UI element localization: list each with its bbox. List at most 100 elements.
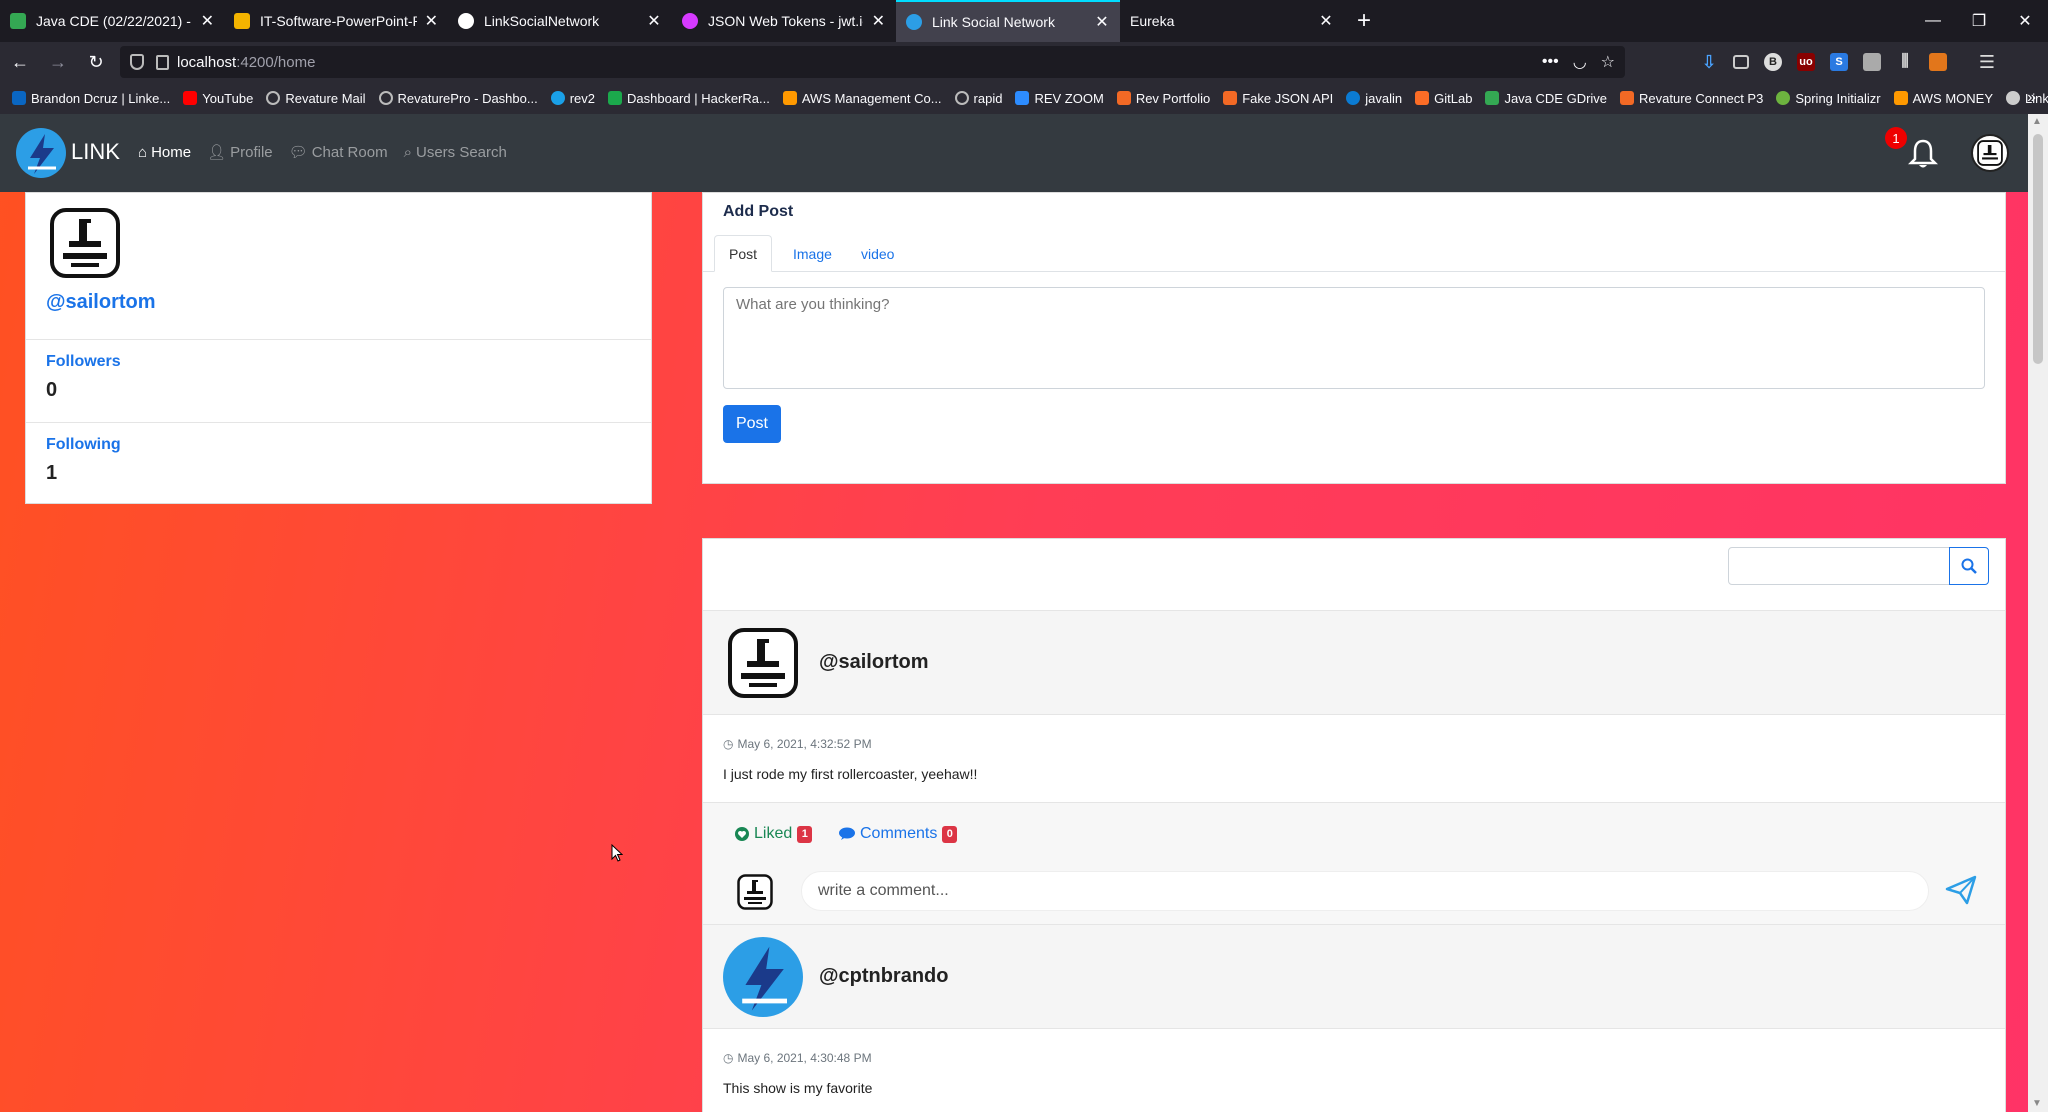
bookmark-item[interactable]: YouTube [183,91,253,106]
extension-toolbar: ⇩ B uo S ⫼ ☰ [1700,46,1996,78]
avatar[interactable] [723,937,803,1017]
menu-icon[interactable]: ☰ [1978,52,1996,72]
forward-icon[interactable]: → [40,46,76,78]
tab-post[interactable]: Post [714,235,773,272]
bookmark-item[interactable]: javalin [1346,91,1402,106]
page-actions-icon[interactable]: ••• [1542,53,1559,71]
github-icon [2006,91,2021,105]
post-header: @sailortom [703,611,2005,715]
brand-name[interactable]: LINK [71,139,120,165]
tracking-shield-icon[interactable] [130,54,144,70]
extension-icon[interactable] [1863,53,1881,71]
home-icon: ⌂ [138,143,148,161]
post-time-text: May 6, 2021, 4:30:48 PM [737,1051,872,1065]
bookmark-item[interactable]: AWS Management Co... [782,91,942,106]
like-button[interactable]: Liked 1 [735,825,813,843]
browser-tab[interactable]: Eureka ✕ [1120,0,1344,42]
close-tab-icon[interactable]: ✕ [425,11,438,31]
close-tab-icon[interactable]: ✕ [201,11,214,31]
close-tab-icon[interactable]: ✕ [646,11,662,31]
pocket-icon[interactable]: ◡ [1573,52,1587,72]
browser-tab[interactable]: IT-Software-PowerPoint-Presen ✕ [224,0,448,42]
bookmark-item[interactable]: rev2 [550,91,595,106]
b-extension-icon[interactable]: B [1764,53,1782,71]
google-drive-icon [10,13,26,29]
ublock-icon[interactable]: uo [1797,53,1815,71]
bookmark-item[interactable]: Spring Initializr [1776,90,1881,106]
nav-profile[interactable]: 👤︎ Profile [207,143,273,162]
hackerrank-icon [608,91,623,105]
following-count: 1 [46,462,58,484]
comments-button[interactable]: Comments 0 [839,825,958,843]
browser-tab-active[interactable]: Link Social Network ✕ [896,0,1120,42]
scroll-down-icon[interactable]: ▼ [2032,1098,2042,1109]
feed-search-input[interactable] [1728,547,1950,585]
browser-tab[interactable]: Java CDE (02/22/2021) - Goog ✕ [0,0,224,42]
bookmarks-overflow-icon[interactable]: » [2027,82,2036,114]
bookmark-item[interactable]: rapid [954,90,1003,106]
bookmark-item[interactable]: Rev Portfolio [1116,91,1210,106]
bookmark-label: rapid [973,90,1003,106]
bookmark-item[interactable]: Revature Connect P3 [1620,91,1763,106]
bookmark-item[interactable]: Brandon Dcruz | Linke... [12,91,170,106]
javalin-icon [1346,91,1361,105]
tab-video[interactable]: video [847,235,908,272]
tab-image[interactable]: Image [779,235,846,272]
url-bar[interactable]: localhost:4200/home ••• ◡ ☆ [120,46,1625,78]
nav-chat-room[interactable]: 💬︎ Chat Room [289,143,388,162]
comment-input[interactable]: write a comment... [801,871,1929,911]
sidebar-icon[interactable] [1733,55,1749,69]
link-logo-icon[interactable] [16,128,66,178]
bell-icon[interactable] [1908,138,1938,170]
nav-home[interactable]: ⌂ Home [138,143,191,161]
browser-tab[interactable]: JSON Web Tokens - jwt.io ✕ [672,0,896,42]
avatar[interactable] [727,627,799,699]
scroll-up-icon[interactable]: ▲ [2032,116,2042,127]
back-icon[interactable]: ← [2,46,38,78]
bookmark-item[interactable]: AWS MONEY [1893,91,1993,106]
bookmark-label: Spring Initializr [1795,90,1881,106]
window-close-icon[interactable]: ✕ [2002,0,2048,42]
followers-label[interactable]: Followers [46,353,121,371]
post-author[interactable]: @cptnbrando [819,965,949,988]
bookmark-item[interactable]: GitLab [1415,91,1472,106]
download-icon[interactable]: ⇩ [1700,52,1718,72]
library-icon[interactable]: ⫼ [1896,53,1914,71]
bookmark-item[interactable]: Dashboard | HackerRa... [608,91,770,106]
bookmark-item[interactable]: REV ZOOM [1015,91,1104,106]
profile-handle[interactable]: @sailortom [46,291,156,314]
bookmark-item[interactable]: Revature Mail [266,90,366,106]
linkedin-icon [12,91,26,105]
bookmark-label: Revature Mail [285,90,366,106]
bookmark-star-icon[interactable]: ☆ [1601,52,1615,72]
following-label[interactable]: Following [46,436,121,454]
avatar[interactable] [49,207,121,279]
s-extension-icon[interactable]: S [1830,53,1848,71]
bookmark-item[interactable]: RevaturePro - Dashbo... [378,91,538,106]
page-scrollbar[interactable]: ▲ ▼ [2028,114,2048,1112]
new-tab-button[interactable]: + [1344,0,1384,42]
metamask-icon[interactable] [1929,53,1947,71]
bookmark-item[interactable]: Java CDE GDrive [1485,91,1607,106]
close-tab-icon[interactable]: ✕ [1094,12,1110,32]
bookmark-item[interactable]: Fake JSON API [1223,91,1333,106]
feed-search-button[interactable] [1949,547,1989,585]
post-author[interactable]: @sailortom [819,651,929,674]
user-icon: 👤︎ [207,144,227,161]
restore-icon[interactable]: ❐ [1956,0,2002,42]
browser-tab[interactable]: LinkSocialNetwork ✕ [448,0,672,42]
bookmark-label: YouTube [202,90,254,106]
user-avatar[interactable] [1971,134,2009,172]
scrollbar-thumb[interactable] [2033,134,2043,364]
minimize-icon[interactable]: — [1910,0,1956,42]
reload-icon[interactable]: ↻ [78,46,114,78]
app-navbar: LINK ⌂ Home 👤︎ Profile 💬︎ Chat Room ⌕ Users … [0,114,2028,192]
nav-users-search[interactable]: ⌕ Users Search [404,143,507,161]
send-icon[interactable] [1945,875,1977,905]
post-button[interactable]: Post [723,405,781,443]
close-tab-icon[interactable]: ✕ [871,11,886,31]
close-tab-icon[interactable]: ✕ [1318,11,1334,31]
page-info-icon[interactable] [156,54,169,70]
post-textarea[interactable] [723,287,1985,389]
github-icon [458,13,474,29]
